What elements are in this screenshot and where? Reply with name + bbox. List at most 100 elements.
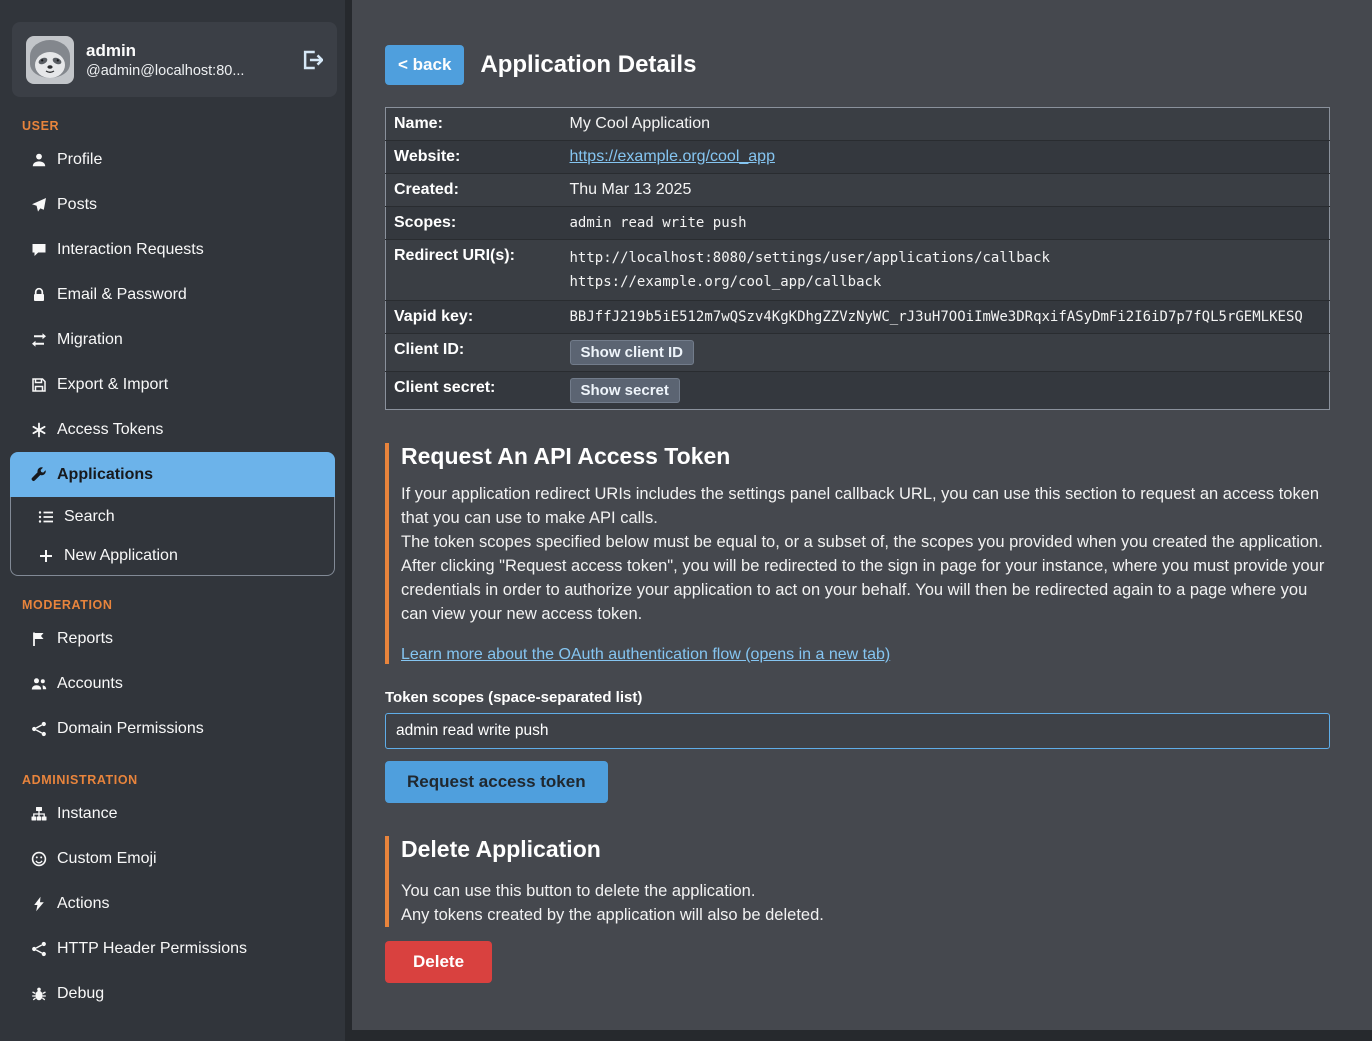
nav-section-label: USER bbox=[22, 119, 345, 133]
info-text-value: Thu Mar 13 2025 bbox=[570, 181, 692, 198]
info-mono-value: BBJffJ219b5iE512m7wQSzv4KgKDhgZZVzNyWC_r… bbox=[570, 309, 1303, 325]
sidebar-item-label: Search bbox=[64, 506, 115, 527]
bolt-icon bbox=[30, 896, 47, 912]
sidebar-item-label: Posts bbox=[57, 194, 97, 215]
user-handle: @admin@localhost:80... bbox=[86, 63, 244, 79]
sidebar-item-label: Access Tokens bbox=[57, 419, 163, 440]
sidebar-item-custom-emoji[interactable]: Custom Emoji bbox=[0, 836, 345, 881]
sidebar-item-label: Profile bbox=[57, 149, 102, 170]
info-row: Redirect URI(s):http://localhost:8080/se… bbox=[386, 240, 1330, 301]
user-card[interactable]: admin @admin@localhost:80... bbox=[12, 22, 337, 97]
sidebar-item-label: Migration bbox=[57, 329, 123, 350]
info-row-value: BBJffJ219b5iE512m7wQSzv4KgKDhgZZVzNyWC_r… bbox=[570, 301, 1330, 334]
sidebar-item-actions[interactable]: Actions bbox=[0, 881, 345, 926]
token-section-paragraph: The token scopes specified below must be… bbox=[401, 530, 1330, 554]
back-button[interactable]: < back bbox=[385, 45, 464, 85]
sidebar-item-domain-permissions[interactable]: Domain Permissions bbox=[0, 706, 345, 751]
sign-out-icon[interactable] bbox=[301, 49, 323, 71]
sidebar: admin @admin@localhost:80... USER Profile… bbox=[0, 0, 345, 1041]
delete-section-text: You can use this button to delete the ap… bbox=[401, 879, 1330, 927]
sidebar-item-accounts[interactable]: Accounts bbox=[0, 661, 345, 706]
applications-submenu: Search New Application bbox=[10, 497, 335, 576]
nav-section-label: MODERATION bbox=[22, 598, 345, 612]
sitemap-icon bbox=[30, 806, 47, 822]
sidebar-item-profile[interactable]: Profile bbox=[0, 137, 345, 182]
sidebar-item-migration[interactable]: Migration bbox=[0, 317, 345, 362]
website-link[interactable]: https://example.org/cool_app bbox=[570, 148, 775, 165]
floppy-icon bbox=[30, 377, 47, 393]
info-row-value: My Cool Application bbox=[570, 108, 1330, 141]
sidebar-item-label: HTTP Header Permissions bbox=[57, 938, 247, 959]
info-row-label: Vapid key: bbox=[386, 301, 570, 334]
sidebar-item-reports[interactable]: Reports bbox=[0, 616, 345, 661]
info-row: Client secret:Show secret bbox=[386, 372, 1330, 410]
delete-button[interactable]: Delete bbox=[385, 941, 492, 983]
sidebar-item-new-application[interactable]: New Application bbox=[11, 536, 334, 575]
sidebar-nav: USER Profile Posts Interaction Requests Emai… bbox=[0, 97, 345, 1016]
request-access-token-button[interactable]: Request access token bbox=[385, 761, 608, 803]
token-scopes-label: Token scopes (space-separated list) bbox=[385, 689, 1330, 706]
lock-icon bbox=[30, 287, 47, 303]
sidebar-item-applications[interactable]: Applications bbox=[10, 452, 335, 497]
share-nodes-icon bbox=[30, 941, 47, 957]
sidebar-item-access-tokens[interactable]: Access Tokens bbox=[0, 407, 345, 452]
token-section-heading: Request An API Access Token bbox=[401, 443, 1330, 470]
wrench-icon bbox=[30, 467, 47, 483]
info-row-value: Show client ID bbox=[570, 334, 1330, 372]
delete-section: Delete Application You can use this butt… bbox=[385, 836, 1330, 927]
user-name: admin bbox=[86, 40, 244, 63]
info-row-label: Client ID: bbox=[386, 334, 570, 372]
sidebar-item-export-import[interactable]: Export & Import bbox=[0, 362, 345, 407]
sidebar-group-applications: Applications Search New Application bbox=[10, 452, 335, 576]
sidebar-item-search[interactable]: Search bbox=[11, 497, 334, 536]
sidebar-item-label: Domain Permissions bbox=[57, 718, 204, 739]
sidebar-item-label: Interaction Requests bbox=[57, 239, 204, 260]
sidebar-item-instance[interactable]: Instance bbox=[0, 791, 345, 836]
sidebar-item-label: New Application bbox=[64, 545, 178, 566]
delete-section-line: Any tokens created by the application wi… bbox=[401, 903, 1330, 927]
info-row: Client ID:Show client ID bbox=[386, 334, 1330, 372]
info-row-label: Scopes: bbox=[386, 207, 570, 240]
page-header: < back Application Details bbox=[385, 45, 1330, 85]
token-section-text: If your application redirect URIs includ… bbox=[401, 482, 1330, 626]
exchange-icon bbox=[30, 332, 47, 348]
sidebar-item-email-password[interactable]: Email & Password bbox=[0, 272, 345, 317]
sidebar-item-posts[interactable]: Posts bbox=[0, 182, 345, 227]
sidebar-item-interaction-requests[interactable]: Interaction Requests bbox=[0, 227, 345, 272]
token-section-paragraph: After clicking "Request access token", y… bbox=[401, 554, 1330, 626]
info-row: Vapid key:BBJffJ219b5iE512m7wQSzv4KgKDhg… bbox=[386, 301, 1330, 334]
info-row-value: Thu Mar 13 2025 bbox=[570, 174, 1330, 207]
redirect-uri: http://localhost:8080/settings/user/appl… bbox=[570, 246, 1320, 270]
list-icon bbox=[37, 509, 54, 525]
sidebar-item-debug[interactable]: Debug bbox=[0, 971, 345, 1016]
info-row-label: Client secret: bbox=[386, 372, 570, 410]
flag-icon bbox=[30, 631, 47, 647]
delete-section-line: You can use this button to delete the ap… bbox=[401, 879, 1330, 903]
sidebar-item-label: Custom Emoji bbox=[57, 848, 157, 869]
sidebar-item-label: Debug bbox=[57, 983, 104, 1004]
info-row: Created:Thu Mar 13 2025 bbox=[386, 174, 1330, 207]
paper-plane-icon bbox=[30, 197, 47, 213]
nav-section-label: ADMINISTRATION bbox=[22, 773, 345, 787]
info-row-label: Redirect URI(s): bbox=[386, 240, 570, 301]
sidebar-item-label: Export & Import bbox=[57, 374, 168, 395]
sidebar-item-label: Email & Password bbox=[57, 284, 187, 305]
show-client-id-button[interactable]: Show client ID bbox=[570, 340, 695, 365]
info-row: Scopes:admin read write push bbox=[386, 207, 1330, 240]
main-panel: < back Application Details Name:My Cool … bbox=[352, 0, 1372, 1030]
info-mono-value: admin read write push bbox=[570, 215, 747, 231]
smile-icon bbox=[30, 851, 47, 867]
sidebar-item-label: Applications bbox=[57, 464, 153, 485]
show-secret-button[interactable]: Show secret bbox=[570, 378, 680, 403]
redirect-uri: https://example.org/cool_app/callback bbox=[570, 270, 1320, 294]
info-row-value: http://localhost:8080/settings/user/appl… bbox=[570, 240, 1330, 301]
sidebar-item-http-header-permissions[interactable]: HTTP Header Permissions bbox=[0, 926, 345, 971]
plus-icon bbox=[37, 548, 54, 564]
info-row: Website:https://example.org/cool_app bbox=[386, 141, 1330, 174]
sloth-avatar bbox=[26, 36, 74, 84]
token-scopes-field: Token scopes (space-separated list) bbox=[385, 689, 1330, 749]
sidebar-item-label: Instance bbox=[57, 803, 117, 824]
oauth-docs-link[interactable]: Learn more about the OAuth authenticatio… bbox=[401, 646, 890, 664]
delete-section-heading: Delete Application bbox=[401, 836, 1330, 863]
token-scopes-input[interactable] bbox=[385, 713, 1330, 749]
